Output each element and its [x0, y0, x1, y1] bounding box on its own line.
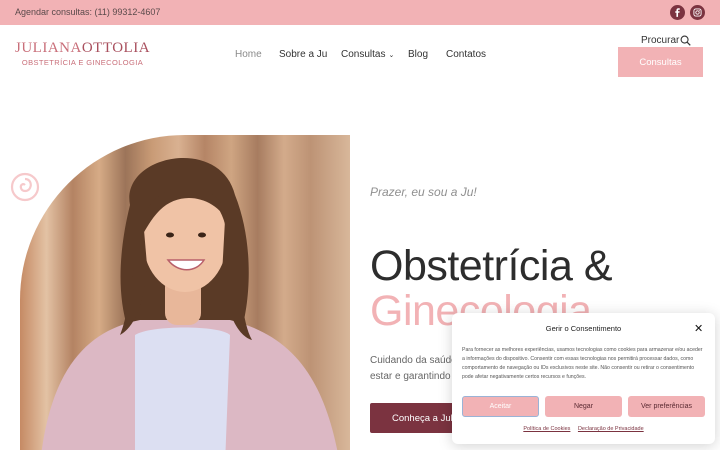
facebook-icon	[675, 8, 680, 17]
privacy-statement-link[interactable]: Declaração de Privacidade	[578, 426, 644, 432]
cookie-dialog-body: Para fornecer as melhores experiências, …	[462, 347, 703, 380]
accept-cookies-button[interactable]: Aceitar	[462, 396, 539, 417]
hero-paragraph-line2: estar e garantindo t	[370, 371, 457, 382]
cookie-dialog-title: Gerir o Consentimento	[545, 324, 622, 333]
consultas-button[interactable]: Consultas	[618, 47, 703, 77]
site-logo[interactable]: JULIANAOTTOLIA OBSTETRÍCIA E GINECOLOGIA	[15, 40, 151, 68]
cookie-preferences-button[interactable]: Ver preferências	[628, 396, 705, 417]
hero-intro: Prazer, eu sou a Ju!	[370, 185, 477, 199]
hero-photo	[20, 135, 350, 450]
search-label[interactable]: Procurar	[641, 35, 679, 46]
nav-item-consultas[interactable]: Consultas ⌄	[341, 49, 394, 60]
nav-item-consultas-label: Consultas	[341, 49, 386, 60]
close-icon[interactable]: ✕	[694, 322, 703, 335]
nav-item-home[interactable]: Home	[235, 49, 262, 60]
hero-paragraph-line1: Cuidando da saúde	[370, 355, 457, 366]
deny-cookies-button[interactable]: Negar	[545, 396, 622, 417]
chevron-down-icon: ⌄	[388, 52, 395, 59]
hero-title-line1: Obstetrícia &	[370, 242, 613, 290]
nav-item-blog[interactable]: Blog	[408, 49, 428, 60]
logo-name: JULIANAOTTOLIA	[15, 40, 151, 56]
logo-tagline: OBSTETRÍCIA E GINECOLOGIA	[21, 58, 144, 67]
facebook-link[interactable]	[670, 5, 685, 20]
nav-item-contatos[interactable]: Contatos	[446, 49, 486, 60]
top-bar: Agendar consultas: (11) 99312-4607	[0, 0, 720, 25]
instagram-link[interactable]	[690, 5, 705, 20]
search-icon[interactable]	[680, 35, 691, 46]
nav-item-sobre[interactable]: Sobre a Ju	[279, 49, 327, 60]
cookie-consent-dialog: Gerir o Consentimento ✕ Para fornecer as…	[452, 313, 715, 444]
instagram-icon	[693, 8, 702, 17]
cookie-links: Política de Cookies Declaração de Privac…	[452, 426, 715, 432]
phone-contact[interactable]: Agendar consultas: (11) 99312-4607	[15, 7, 160, 17]
cookie-policy-link[interactable]: Política de Cookies	[523, 426, 570, 432]
doctor-portrait-illustration	[41, 157, 338, 450]
